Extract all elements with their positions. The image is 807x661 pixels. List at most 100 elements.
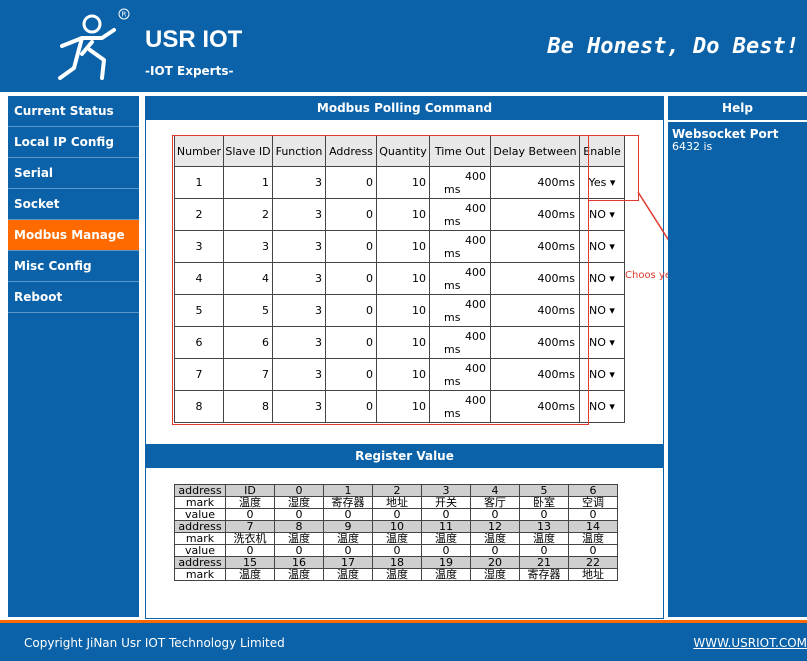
delay-unit: ms [558, 176, 575, 189]
function-input[interactable]: 3 [272, 294, 326, 327]
quantity-input[interactable]: 10 [376, 358, 430, 391]
enable-select[interactable]: NO ▾ [587, 400, 617, 413]
delay-unit: ms [558, 400, 575, 413]
address-input[interactable]: 0 [325, 198, 377, 231]
quantity-input[interactable]: 10 [376, 294, 430, 327]
quantity-input[interactable]: 10 [376, 326, 430, 359]
quantity-input[interactable]: 10 [376, 198, 430, 231]
delay-input[interactable]: 400 [538, 336, 559, 349]
enable-value: NO [589, 272, 606, 285]
register-address-cell: 21 [519, 556, 569, 569]
address-input[interactable]: 0 [325, 358, 377, 391]
address-input[interactable]: 0 [325, 326, 377, 359]
function-input[interactable]: 3 [272, 262, 326, 295]
register-address-cell: 18 [372, 556, 422, 569]
enable-select[interactable]: NO ▾ [587, 272, 617, 285]
address-input[interactable]: 0 [325, 262, 377, 295]
function-input[interactable]: 3 [272, 166, 326, 199]
delay-cell: 400ms [490, 294, 580, 327]
register-panel: address ID 0 1 2 3 4 5 6 mark 温度 湿度 寄存器 地址 开关 客厅 卧室 空调 val… [145, 468, 664, 619]
enable-select[interactable]: NO ▾ [587, 208, 617, 221]
enable-cell: Yes ▾ [579, 166, 625, 199]
timeout-input[interactable]: 400 [430, 362, 490, 375]
delay-input[interactable]: 400 [538, 400, 559, 413]
nav-item-local-ip-config[interactable]: Local IP Config [8, 127, 139, 158]
delay-input[interactable]: 400 [538, 368, 559, 381]
quantity-input[interactable]: 10 [376, 390, 430, 423]
register-address-cell: 7 [225, 520, 275, 533]
quantity-input[interactable]: 10 [376, 262, 430, 295]
usr-logo-icon: R [58, 8, 130, 80]
timeout-cell: 400 ms [429, 262, 491, 295]
timeout-input[interactable]: 400 [430, 330, 490, 343]
register-address-cell: 2 [372, 484, 422, 497]
register-address-cell: 19 [421, 556, 471, 569]
timeout-input[interactable]: 400 [430, 234, 490, 247]
enable-select[interactable]: NO ▾ [587, 304, 617, 317]
nav-item-socket[interactable]: Socket [8, 189, 139, 220]
delay-input[interactable]: 400 [538, 176, 559, 189]
register-address-row: address 15 16 17 18 19 20 21 22 [174, 556, 618, 569]
enable-select[interactable]: NO ▾ [587, 336, 617, 349]
function-input[interactable]: 3 [272, 198, 326, 231]
register-value-cell: 0 [470, 508, 520, 521]
register-address-cell: address [174, 520, 226, 533]
nav-item-modbus-manage[interactable]: Modbus Manage [8, 220, 139, 251]
address-input[interactable]: 0 [325, 390, 377, 423]
help-content: Websocket Port 6432 is [668, 122, 807, 159]
timeout-input[interactable]: 400 [430, 170, 490, 183]
slave-id-input[interactable]: 7 [223, 358, 273, 391]
function-input[interactable]: 3 [272, 230, 326, 263]
enable-select[interactable]: Yes ▾ [587, 176, 618, 189]
register-value-cell: 0 [323, 508, 373, 521]
slave-id-input[interactable]: 3 [223, 230, 273, 263]
register-mark-cell: 温度 [225, 496, 275, 509]
timeout-cell: 400 ms [429, 294, 491, 327]
delay-input[interactable]: 400 [538, 272, 559, 285]
quantity-input[interactable]: 10 [376, 166, 430, 199]
timeout-input[interactable]: 400 [430, 202, 490, 215]
nav-item-reboot[interactable]: Reboot [8, 282, 139, 313]
polling-row: 2 2 3 0 10 400 ms 400ms NO ▾ [174, 198, 625, 231]
register-mark-cell: 空调 [568, 496, 618, 509]
polling-row: 7 7 3 0 10 400 ms 400ms NO ▾ [174, 358, 625, 391]
timeout-unit: ms [444, 310, 461, 324]
function-input[interactable]: 3 [272, 358, 326, 391]
quantity-input[interactable]: 10 [376, 230, 430, 263]
enable-select[interactable]: NO ▾ [587, 368, 617, 381]
header-delay-between: Delay Between [490, 135, 580, 167]
polling-row: 1 1 3 0 10 400 ms 400ms Yes ▾ [174, 166, 625, 199]
polling-row: 5 5 3 0 10 400 ms 400ms NO ▾ [174, 294, 625, 327]
register-mark-row: mark 温度 温度 温度 温度 温度 湿度 寄存器 地址 [174, 568, 618, 581]
address-input[interactable]: 0 [325, 294, 377, 327]
slave-id-input[interactable]: 5 [223, 294, 273, 327]
address-input[interactable]: 0 [325, 230, 377, 263]
website-link[interactable]: WWW.USRIOT.COM [693, 636, 807, 650]
timeout-input[interactable]: 400 [430, 266, 490, 279]
register-value-cell: value [174, 508, 226, 521]
register-value-cell: 0 [519, 544, 569, 557]
enable-select[interactable]: NO ▾ [587, 240, 617, 253]
timeout-input[interactable]: 400 [430, 298, 490, 311]
nav-item-misc-config[interactable]: Misc Config [8, 251, 139, 282]
slave-id-input[interactable]: 1 [223, 166, 273, 199]
register-address-cell: 8 [274, 520, 324, 533]
header-function: Function [272, 135, 326, 167]
register-mark-cell: 寄存器 [323, 496, 373, 509]
slave-id-input[interactable]: 8 [223, 390, 273, 423]
timeout-input[interactable]: 400 [430, 394, 490, 407]
nav-item-current-status[interactable]: Current Status [8, 96, 139, 127]
slave-id-input[interactable]: 4 [223, 262, 273, 295]
delay-unit: ms [558, 368, 575, 381]
address-input[interactable]: 0 [325, 166, 377, 199]
nav-item-serial[interactable]: Serial [8, 158, 139, 189]
delay-input[interactable]: 400 [538, 240, 559, 253]
enable-value: Yes [588, 176, 607, 189]
delay-input[interactable]: 400 [538, 304, 559, 317]
slave-id-input[interactable]: 2 [223, 198, 273, 231]
delay-input[interactable]: 400 [538, 208, 559, 221]
function-input[interactable]: 3 [272, 390, 326, 423]
function-input[interactable]: 3 [272, 326, 326, 359]
timeout-cell: 400 ms [429, 326, 491, 359]
slave-id-input[interactable]: 6 [223, 326, 273, 359]
